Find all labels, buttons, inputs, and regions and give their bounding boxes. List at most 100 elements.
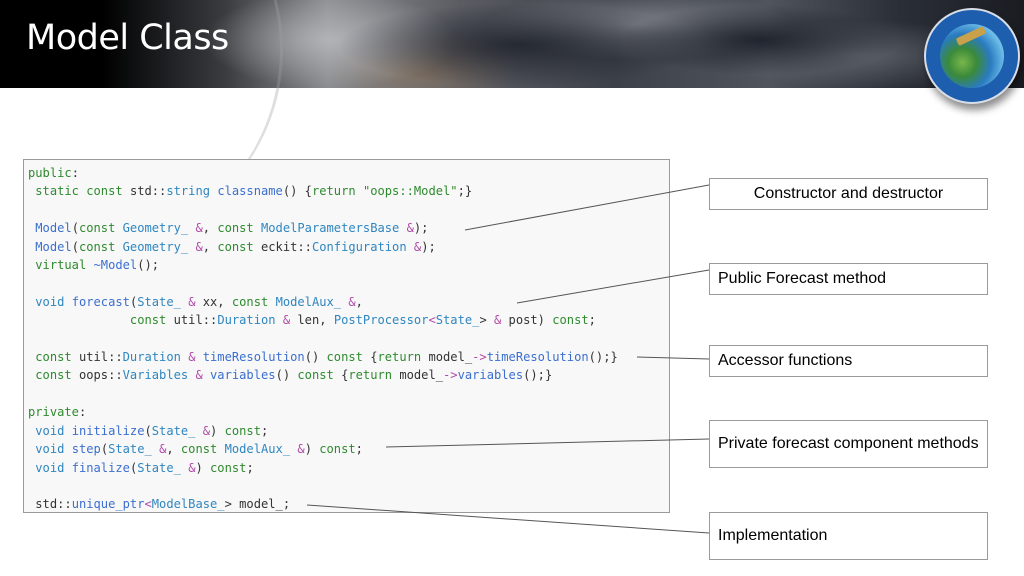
- code-line: virtual ~Model();: [28, 256, 618, 274]
- code-line: const util::Duration & len, PostProcesso…: [28, 311, 618, 329]
- code-token: util::: [71, 350, 123, 365]
- annotation-accessors: Accessor functions: [709, 345, 988, 377]
- annotation-private-methods: Private forecast component methods: [709, 420, 988, 468]
- code-token: {: [362, 350, 378, 365]
- annotation-label: Public Forecast method: [718, 270, 887, 287]
- code-token: ,: [202, 239, 218, 254]
- code-token: &: [195, 221, 203, 236]
- code-token: State_: [151, 423, 196, 438]
- code-line: Model(const Geometry_ &, const ModelPara…: [28, 219, 618, 237]
- code-token: &: [195, 368, 203, 383]
- code-token: timeResolution: [202, 350, 305, 365]
- code-token: string: [166, 184, 211, 199]
- code-token: return: [311, 184, 356, 199]
- code-token: classname: [217, 184, 283, 199]
- code-token: <: [144, 497, 152, 512]
- code-token: variables: [457, 368, 524, 383]
- annotation-label: Constructor and destructor: [753, 185, 944, 202]
- annotation-label: Implementation: [718, 527, 828, 544]
- code-token: Duration: [122, 350, 181, 365]
- code-line: Model(const Geometry_ &, const eckit::Co…: [28, 238, 618, 256]
- code-token: ;: [261, 423, 269, 438]
- code-token: ;}: [457, 184, 473, 199]
- code-token: (: [100, 442, 109, 457]
- annotation-label: Accessor functions: [718, 352, 853, 369]
- code-token: ;: [355, 442, 363, 457]
- slide-title: Model Class: [26, 18, 229, 58]
- code-token: const: [552, 313, 589, 328]
- code-line: void initialize(State_ &) const;: [28, 422, 618, 440]
- code-token: ~Model: [93, 258, 138, 273]
- code-token: ModelAux_: [275, 294, 342, 309]
- code-token: (): [304, 350, 327, 365]
- code-token: void: [28, 442, 72, 457]
- code-token: finalize: [71, 460, 130, 475]
- code-token: model_: [392, 368, 444, 383]
- code-line: void finalize(State_ &) const;: [28, 459, 618, 477]
- code-token: Model: [28, 239, 72, 254]
- code-token: {: [333, 368, 349, 383]
- code-token: >: [479, 313, 494, 328]
- code-line: std::unique_ptr<ModelBase_> model_;: [28, 495, 618, 513]
- code-token: const: [297, 368, 334, 383]
- annotation-constructor: Constructor and destructor: [709, 178, 988, 210]
- code-token: Model: [28, 221, 72, 236]
- code-token: len,: [290, 313, 334, 328]
- annotation-label: Private forecast component methods: [718, 435, 979, 452]
- code-token: &: [202, 423, 211, 438]
- code-line: const oops::Variables & variables() cons…: [28, 366, 618, 384]
- code-token: (: [71, 239, 79, 254]
- code-token: Configuration: [311, 239, 407, 254]
- code-token: const: [28, 368, 72, 383]
- code-token: void: [28, 460, 72, 475]
- slide-header-banner: Model Class: [0, 0, 1024, 250]
- code-token: &: [195, 239, 203, 254]
- code-token: timeResolution: [486, 350, 589, 365]
- code-token: return: [377, 350, 422, 365]
- code-token: const: [217, 239, 254, 254]
- code-token: ModelParametersBase: [261, 221, 400, 236]
- code-token: State_: [435, 313, 480, 328]
- code-token: ;: [246, 460, 254, 475]
- code-token: void: [28, 294, 72, 309]
- code-token: &: [406, 221, 414, 236]
- code-token: () {: [282, 184, 312, 199]
- code-token: ModelBase_: [151, 497, 225, 512]
- code-token: State_: [108, 442, 152, 457]
- code-token: private: [28, 405, 79, 420]
- code-token: (: [144, 423, 152, 438]
- code-token: std::: [28, 497, 72, 512]
- code-token: ): [304, 442, 320, 457]
- code-token: > model_;: [224, 497, 291, 512]
- code-token: ,: [355, 294, 363, 309]
- code-token: const: [326, 350, 363, 365]
- code-token: Variables: [122, 368, 189, 383]
- code-token: ();}: [523, 368, 553, 383]
- code-token: ->: [443, 368, 458, 383]
- annotation-implementation: Implementation: [709, 512, 988, 560]
- code-token: ->: [472, 350, 487, 365]
- code-token: const: [78, 221, 116, 236]
- code-token: post): [501, 313, 553, 328]
- code-token: :: [78, 405, 87, 420]
- code-line: void step(State_ &, const ModelAux_ &) c…: [28, 440, 618, 458]
- code-token: eckit::: [253, 239, 312, 254]
- code-token: const: [224, 423, 261, 438]
- code-token: const: [210, 460, 247, 475]
- code-token: unique_ptr: [71, 497, 145, 512]
- code-token: ();: [137, 258, 160, 273]
- code-token: ): [195, 460, 211, 475]
- code-token: <: [428, 313, 436, 328]
- code-token: const: [28, 350, 72, 365]
- code-token: Duration: [217, 313, 276, 328]
